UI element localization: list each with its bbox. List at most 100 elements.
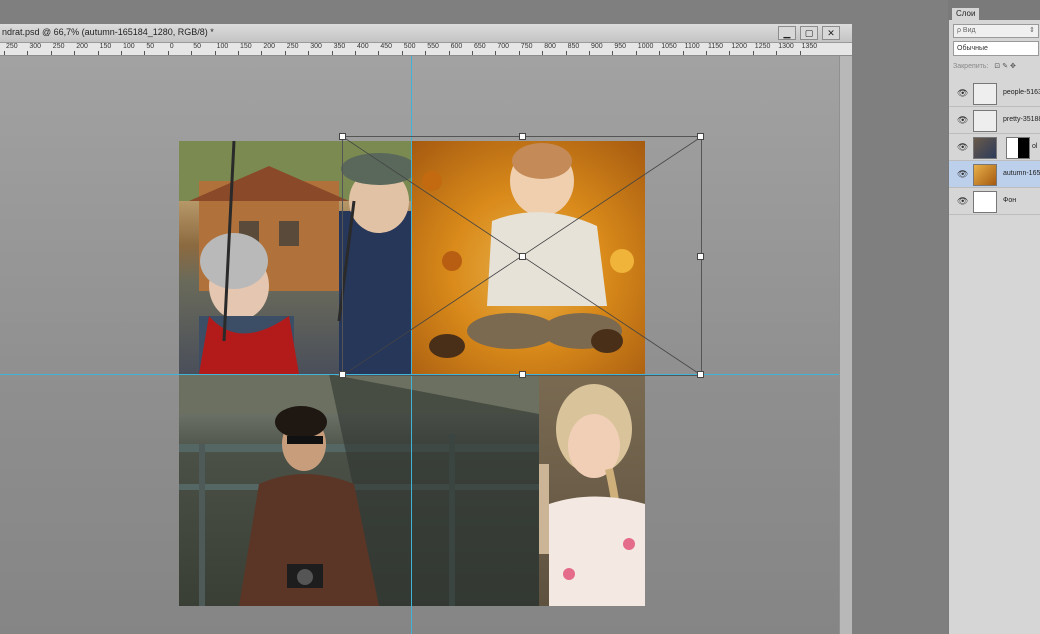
ruler-label: 350: [333, 43, 346, 50]
layer-row-selected[interactable]: 👁 autumn-165: [949, 161, 1040, 188]
ruler-tick: [214, 51, 216, 55]
ruler-label: 750: [520, 43, 533, 50]
eye-icon[interactable]: 👁: [957, 115, 968, 126]
ruler-label: 200: [263, 43, 276, 50]
ruler-label: 1100: [684, 43, 700, 50]
document-titlebar[interactable]: ndrat.psd @ 66,7% (autumn-165184_1280, R…: [0, 24, 852, 43]
eye-icon[interactable]: 👁: [957, 169, 968, 180]
layer-name: Фон: [1003, 197, 1017, 204]
ruler-label: 1200: [731, 43, 747, 50]
ruler-tick: [752, 51, 754, 55]
horizontal-ruler[interactable]: 250 300 250 200 150 100 50 0 50 100 150 200 250 300 35…: [0, 43, 852, 56]
ruler-label: 50: [146, 43, 155, 50]
minimize-button[interactable]: ▁: [778, 26, 796, 40]
panel-tabbar: Слои: [949, 0, 1040, 20]
layer-thumbnail: [973, 110, 997, 132]
layer-mask-thumbnail: [1006, 137, 1030, 159]
eye-icon[interactable]: 👁: [957, 142, 968, 153]
ruler-label: 800: [544, 43, 556, 50]
document-title: ndrat.psd @ 66,7% (autumn-165184_1280, R…: [2, 27, 214, 37]
ruler-label: 250: [52, 43, 65, 50]
transform-handle-top-left[interactable]: [339, 133, 346, 140]
lock-row: Закрепить: ⊡ ✎ ✥: [953, 62, 1039, 76]
ruler-tick: [589, 51, 590, 55]
ruler-label: 250: [6, 43, 18, 50]
transform-handle-center[interactable]: [519, 253, 526, 260]
ruler-tick: [191, 51, 193, 55]
ruler-label: 50: [193, 43, 201, 50]
ruler-label: 1300: [778, 43, 794, 50]
blend-mode-label: Обычные: [957, 45, 988, 52]
ruler-label: 400: [357, 43, 369, 50]
layers-panel: Слои ρ Вид ⇕ Обычные Закрепить: ⊡ ✎ ✥ 👁 …: [948, 0, 1040, 634]
ruler-tick: [706, 51, 707, 55]
photo-blonde-girl[interactable]: [539, 374, 645, 606]
ruler-label: 850: [567, 43, 580, 50]
ruler-label: 600: [450, 43, 463, 50]
ruler-tick: [261, 51, 263, 55]
transform-handle-right[interactable]: [697, 253, 704, 260]
ruler-tick: [238, 51, 239, 55]
ruler-label: 550: [427, 43, 439, 50]
layer-row[interactable]: 👁 Фон: [949, 188, 1040, 215]
restore-button[interactable]: ▢: [800, 26, 818, 40]
vertical-scrollbar[interactable]: [839, 56, 852, 634]
young-man-illustration: [179, 374, 539, 606]
transform-handle-bottom[interactable]: [519, 371, 526, 378]
layer-name: ol: [1032, 143, 1038, 150]
layer-name: autumn-165: [1003, 170, 1040, 177]
layer-name: pretty-35188: [1003, 116, 1040, 123]
ruler-tick: [27, 51, 29, 55]
ruler-tick: [565, 51, 567, 55]
ruler-label: 100: [123, 43, 135, 50]
photo-young-man[interactable]: [179, 374, 539, 606]
close-button[interactable]: ✕: [822, 26, 840, 40]
layer-filter-arrow-icon: ⇕: [1029, 27, 1035, 34]
ruler-tick: [401, 51, 403, 55]
blend-mode-dropdown[interactable]: Обычные: [953, 41, 1039, 56]
ruler-tick: [355, 51, 356, 55]
transform-handle-bottom-left[interactable]: [339, 371, 346, 378]
ruler-label: 500: [403, 43, 416, 50]
ruler-tick: [776, 51, 778, 55]
layer-filter-label: ρ Вид: [957, 27, 976, 34]
ruler-tick: [799, 51, 801, 55]
lock-icons[interactable]: ⊡ ✎ ✥: [994, 63, 1016, 70]
blonde-girl-illustration: [539, 384, 645, 606]
eye-icon[interactable]: 👁: [957, 88, 968, 99]
ruler-tick: [74, 51, 76, 55]
tab-layers[interactable]: Слои: [952, 8, 980, 20]
canvas-area[interactable]: [0, 56, 840, 634]
layer-row[interactable]: 👁 pretty-35188: [949, 107, 1040, 134]
ruler-label: 1350: [801, 43, 818, 50]
layer-name: people-5163: [1003, 89, 1040, 96]
layer-filter-dropdown[interactable]: ρ Вид ⇕: [953, 24, 1039, 38]
ruler-tick: [518, 51, 520, 55]
layer-row[interactable]: 👁 ol: [949, 134, 1040, 161]
lock-label: Закрепить:: [953, 63, 989, 70]
ruler-tick: [97, 51, 99, 55]
ruler-tick: [495, 51, 497, 55]
eye-icon[interactable]: 👁: [957, 196, 968, 207]
ruler-tick: [682, 51, 684, 55]
ruler-tick: [612, 51, 614, 55]
ruler-tick: [378, 51, 380, 55]
ruler-label: 1150: [708, 43, 724, 50]
ruler-label: 0: [169, 43, 174, 50]
ruler-label: 300: [310, 43, 322, 50]
ruler-label: 1000: [637, 43, 654, 50]
ruler-tick: [4, 51, 5, 55]
transform-handle-top[interactable]: [519, 133, 526, 140]
layer-row[interactable]: 👁 people-5163: [949, 80, 1040, 107]
ruler-tick: [425, 51, 427, 55]
transform-handle-bottom-right[interactable]: [697, 371, 704, 378]
ruler-tick: [472, 51, 473, 55]
ruler-tick: [121, 51, 122, 55]
ruler-tick: [144, 51, 146, 55]
transform-handle-top-right[interactable]: [697, 133, 704, 140]
ruler-label: 450: [380, 43, 393, 50]
layer-thumbnail: [973, 137, 997, 159]
ruler-label: 900: [591, 43, 603, 50]
transform-bounding-box[interactable]: [339, 133, 704, 378]
document-window: ndrat.psd @ 66,7% (autumn-165184_1280, R…: [0, 24, 852, 634]
